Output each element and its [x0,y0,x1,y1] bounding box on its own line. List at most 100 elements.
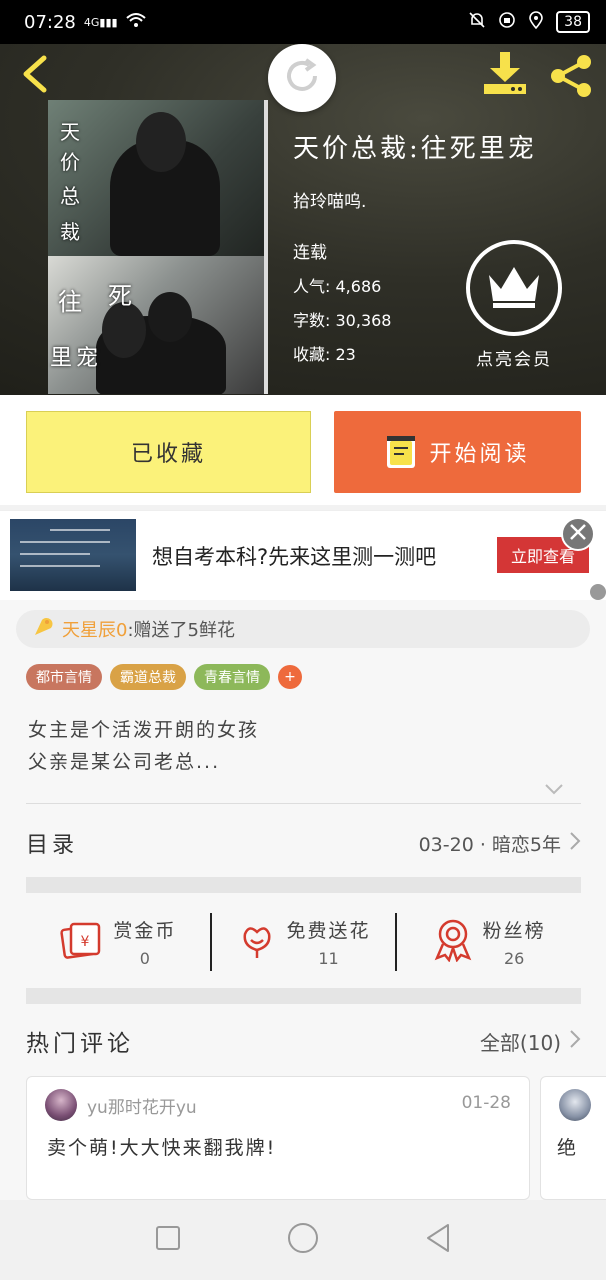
triangle-back-icon [424,1223,452,1257]
start-reading-label: 开始阅读 [429,442,530,467]
ad-image-line [20,565,100,567]
wifi-icon [125,12,146,32]
synopsis-line: 父亲是某公司老总... [28,751,221,773]
ad-image-line [50,529,110,531]
status-time: 07:28 [24,11,76,33]
status-bar: 07:28 4G▮▮▮ 38 [0,0,606,44]
ad-image [10,519,136,591]
fans-ranking-label: 粉丝榜 [482,920,546,942]
cover-photo-top [48,100,264,256]
tag-youth-romance[interactable]: 青春言情 [194,664,270,690]
tag-more-button[interactable]: + [278,665,302,689]
free-flower-count: 11 [318,949,339,968]
chevron-down-icon[interactable] [544,780,564,795]
top-bar [0,44,606,112]
cover-title-char: 里 [50,346,73,371]
ad-mark-icon [590,584,606,600]
all-comments-link[interactable]: 全部(10) [480,1027,581,1056]
cover-title-char: 裁 [60,220,80,244]
toc-title: 目录 [26,833,79,858]
gift-user: 天星辰0 [62,620,128,641]
download-icon[interactable] [480,50,530,98]
book-details: 天星辰0 :赠送了5鲜花 都市言情 霸道总裁 青春言情 + 女主是个活泼开朗的女… [0,600,606,1200]
action-bar: 已收藏 开始阅读 [0,395,606,505]
mute-icon [468,11,486,33]
comment-date: 01-28 [461,1093,511,1113]
location-icon [528,11,544,33]
book-title: 天价总裁:往死里宠 [293,134,537,164]
battery-icon: 38 [556,11,590,33]
system-nav-bar [0,1200,606,1280]
gift-ticker[interactable]: 天星辰0 :赠送了5鲜花 [16,610,590,648]
comment-card[interactable]: yu那时花开yu 01-28 卖个萌!大大快来翻我牌! [26,1076,530,1200]
synopsis-line: 女主是个活泼开朗的女孩 [28,719,260,741]
cover-title-char: 往 [58,288,82,316]
ad-image-line [20,553,90,555]
signal-icon: 4G▮▮▮ [83,15,118,29]
chevron-right-icon [569,831,581,856]
vip-label: 点亮会员 [476,350,552,370]
recent-apps-button[interactable] [148,1220,188,1260]
square-icon [155,1225,181,1255]
ribbon-medal-icon [433,918,473,966]
comment-username[interactable]: yu那时花开yu [87,1093,197,1118]
reward-coins-label: 赏金币 [113,920,177,942]
divider [26,803,581,804]
section-separator [26,988,581,1004]
home-button[interactable] [283,1220,323,1260]
crown-icon [485,263,543,313]
synopsis[interactable]: 女主是个活泼开朗的女孩 父亲是某公司老总... [28,714,259,778]
book-icon [385,434,417,470]
cover-figure-head [148,292,192,342]
ad-image-line [20,541,110,543]
hot-comments-title: 热门评论 [26,1031,134,1057]
share-icon[interactable] [548,52,596,100]
refresh-button[interactable] [268,44,336,112]
book-hero: 07:28 4G▮▮▮ 38 天 价 总 裁 往 死 里 宠 天价总裁:往死里宠… [0,0,606,395]
book-cover[interactable]: 天 价 总 裁 往 死 里 宠 [48,100,268,394]
comment-body: 绝 [557,1137,577,1159]
svg-text:¥: ¥ [81,934,90,950]
tag-domineering-ceo[interactable]: 霸道总裁 [110,664,186,690]
table-of-contents-row[interactable]: 目录 03-20 · 暗恋5年 [26,808,581,878]
tag-urban-romance[interactable]: 都市言情 [26,664,102,690]
cover-title-char: 价 [60,150,80,174]
comment-card[interactable]: 绝 [540,1076,606,1200]
gift-message: :赠送了5鲜花 [127,620,235,641]
collected-button[interactable]: 已收藏 [26,411,311,493]
ad-banner[interactable]: 想自考本科?先来这里测一测吧 立即查看 [0,510,606,600]
close-icon [569,523,587,545]
start-reading-button[interactable]: 开始阅读 [334,411,581,493]
back-arrow-icon[interactable] [18,54,54,94]
hot-comments-header: 热门评论 全部(10) [26,1020,581,1062]
ad-text: 想自考本科?先来这里测一测吧 [152,545,437,569]
cover-title-char: 总 [60,184,80,208]
toc-latest-chapter: 03-20 · 暗恋5年 [419,830,581,857]
ad-close-button[interactable] [561,517,595,551]
book-author[interactable]: 拾玲喵呜. [293,187,537,212]
reward-coins-count: 0 [139,949,150,968]
back-button[interactable] [418,1220,458,1260]
free-flower-button[interactable]: 免费送花 11 [212,916,396,968]
cover-title-char: 天 [60,120,80,144]
refresh-icon [282,56,322,100]
chevron-right-icon [569,1029,581,1054]
avatar[interactable] [559,1089,591,1121]
circle-icon [287,1222,319,1258]
support-bar: ¥ 赏金币 0 免费送花 11 粉丝榜 26 [26,894,581,990]
reward-coins-button[interactable]: ¥ 赏金币 0 [26,916,210,968]
cover-figure-head [136,112,186,172]
fans-ranking-count: 26 [504,949,525,968]
alarm-icon [498,11,516,33]
section-separator [26,877,581,893]
fans-ranking-button[interactable]: 粉丝榜 26 [397,916,581,968]
flower-gift-icon [32,616,54,643]
cover-title-char: 死 [108,282,132,310]
cover-title-char: 宠 [76,346,99,371]
free-flower-label: 免费送花 [286,920,371,942]
avatar[interactable] [45,1089,77,1121]
cover-photo-bottom [48,256,264,394]
vip-button[interactable] [466,240,562,336]
comment-body: 卖个萌!大大快来翻我牌! [47,1137,277,1159]
tag-list: 都市言情 霸道总裁 青春言情 + [26,664,302,690]
